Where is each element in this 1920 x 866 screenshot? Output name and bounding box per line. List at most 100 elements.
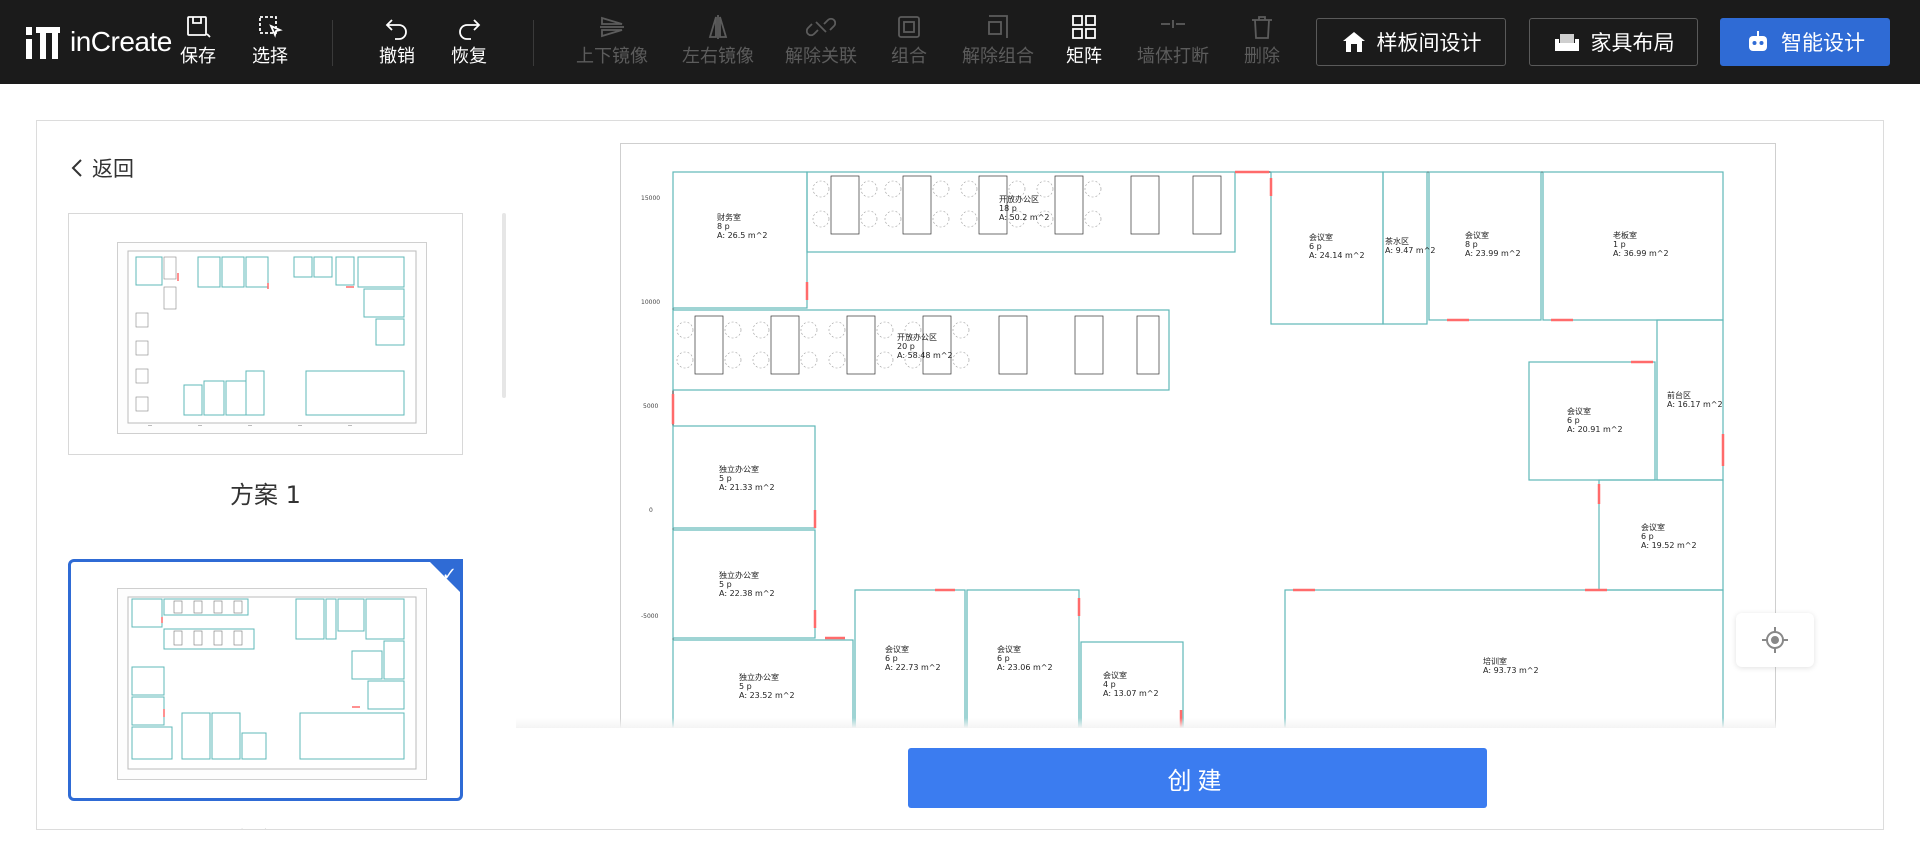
- back-button[interactable]: 返回: [70, 153, 134, 183]
- ungroup-button[interactable]: 解除组合: [962, 12, 1034, 68]
- showroom-design-button[interactable]: 样板间设计: [1316, 18, 1506, 66]
- scheme-card-2[interactable]: ✓: [68, 559, 463, 801]
- floorplan-sheet: 15000 10000 5000 0 -5000 财务室 8 p A: 26.5 m…: [620, 143, 1776, 728]
- axis-tick: -5000: [641, 613, 659, 620]
- top-toolbar: inCreate 保存 选择 撤销 恢复 上下镜像 左右镜像 解除关联 组合 解…: [0, 0, 1920, 84]
- save-icon: [187, 16, 211, 38]
- axis-tick: 10000: [641, 299, 660, 306]
- matrix-label: 矩阵: [1066, 46, 1102, 67]
- delete-label: 删除: [1244, 46, 1280, 67]
- scheme-list-scrollbar[interactable]: [502, 213, 506, 398]
- undo-button[interactable]: 撤销: [361, 12, 433, 68]
- svg-text:财务室8 pA: 26.5 m^2: 财务室 8 p A: 26.5 m^2: [717, 212, 768, 240]
- select-button[interactable]: 选择: [234, 12, 306, 68]
- axis-tick: 0: [649, 507, 653, 514]
- room-name: 老板室: [1613, 230, 1637, 240]
- room-area: A: 26.5 m^2: [717, 231, 768, 240]
- toolbar-divider: [533, 20, 534, 66]
- logo-text: inCreate: [70, 26, 172, 57]
- room-area: A: 13.07 m^2: [1103, 689, 1159, 698]
- unlink-button[interactable]: 解除关联: [785, 12, 857, 68]
- undo-label: 撤销: [379, 46, 415, 67]
- room-people: 8 p: [717, 222, 730, 231]
- unlink-icon: [806, 17, 836, 37]
- svg-text:会议室4 pA: 13.07 m^2: 会议室 4 p A: 13.07 m^2: [1103, 670, 1159, 698]
- preview-bottom-fade: [516, 718, 1776, 728]
- room-name: 会议室: [1641, 522, 1665, 532]
- trash-icon: [1252, 16, 1272, 39]
- room-area: A: 19.52 m^2: [1641, 541, 1697, 550]
- scheme-thumbnail: [117, 588, 427, 780]
- room-name: 会议室: [1465, 230, 1489, 240]
- smart-design-button[interactable]: 智能设计: [1720, 18, 1890, 66]
- wall-break-button[interactable]: 墙体打断: [1137, 12, 1209, 68]
- room-name: 会议室: [885, 644, 909, 654]
- chevron-left-icon: [71, 159, 82, 177]
- room-area: A: 9.47 m^2: [1385, 246, 1436, 255]
- mirror-vertical-button[interactable]: 上下镜像: [576, 12, 648, 68]
- room-area: A: 16.17 m^2: [1667, 400, 1723, 409]
- scheme-thumbnail: [117, 242, 427, 434]
- svg-text:会议室8 pA: 23.99 m^2: 会议室 8 p A: 23.99 m^2: [1465, 230, 1521, 258]
- room-people: 6 p: [1309, 242, 1322, 251]
- smart-design-label: 智能设计: [1781, 31, 1865, 55]
- room-people: 1 p: [1613, 240, 1626, 249]
- toolbar-divider: [332, 20, 333, 66]
- scheme-label-2: 方案 2: [68, 821, 463, 829]
- room-name: 财务室: [717, 212, 741, 222]
- room-people: 5 p: [739, 682, 752, 691]
- save-button[interactable]: 保存: [162, 12, 234, 68]
- select-cursor-icon: [259, 16, 283, 38]
- mirror-horizontal-button[interactable]: 左右镜像: [682, 12, 754, 68]
- redo-button[interactable]: 恢复: [433, 12, 505, 68]
- svg-text:开放办公区20 pA: 58.48 m^2: 开放办公区 20 p A: 58.48 m^2: [897, 332, 953, 360]
- room-name: 培训室: [1483, 656, 1507, 666]
- ungroup-icon: [988, 15, 1008, 38]
- group-button[interactable]: 组合: [873, 12, 945, 68]
- save-label: 保存: [180, 46, 216, 67]
- scheme-card-1[interactable]: [68, 213, 463, 455]
- scheme-label-1: 方案 1: [230, 481, 301, 509]
- mirror-horizontal-icon: [708, 15, 728, 39]
- svg-text:会议室6 pA: 19.52 m^2: 会议室 6 p A: 19.52 m^2: [1641, 522, 1697, 550]
- room-area: A: 23.52 m^2: [739, 691, 795, 700]
- undo-icon: [385, 19, 407, 40]
- delete-button[interactable]: 删除: [1226, 12, 1298, 68]
- room-people: 4 p: [1103, 680, 1116, 689]
- robot-icon: [1749, 31, 1767, 51]
- room-area: A: 93.73 m^2: [1483, 666, 1539, 675]
- house-icon: [1342, 32, 1365, 52]
- axis-tick: 15000: [641, 195, 660, 202]
- room-labels: 财务室 8 p A: 26.5 m^2 开放办公区 18 p A: 50.2 m^2 会…: [717, 194, 1723, 700]
- sofa-icon: [1554, 34, 1579, 51]
- svg-text:会议室6 pA: 22.73 m^2: 会议室 6 p A: 22.73 m^2: [885, 644, 941, 672]
- svg-text:茶水区A: 9.47 m^2: 茶水区 A: 9.47 m^2: [1385, 236, 1436, 255]
- room-people: 18 p: [999, 204, 1017, 213]
- svg-text:前台区A: 16.17 m^2: 前台区 A: 16.17 m^2: [1667, 390, 1723, 409]
- room-name: 前台区: [1667, 390, 1691, 400]
- furniture-layout-button[interactable]: 家具布局: [1529, 18, 1698, 66]
- room-name: 会议室: [1567, 406, 1591, 416]
- room-name: 会议室: [1103, 670, 1127, 680]
- svg-text:会议室6 pA: 20.91 m^2: 会议室 6 p A: 20.91 m^2: [1567, 406, 1623, 434]
- room-name: 独立办公室: [719, 464, 759, 474]
- room-people: 6 p: [997, 654, 1010, 663]
- locate-button[interactable]: [1736, 613, 1814, 667]
- room-people: 6 p: [1567, 416, 1580, 425]
- unlink-label: 解除关联: [785, 46, 857, 67]
- room-area: A: 58.48 m^2: [897, 351, 953, 360]
- svg-text:开放办公区18 pA: 50.2 m^2: 开放办公区 18 p A: 50.2 m^2: [999, 194, 1050, 222]
- back-label: 返回: [92, 157, 134, 181]
- svg-text:独立办公室5 pA: 21.33 m^2: 独立办公室 5 p A: 21.33 m^2: [719, 464, 775, 492]
- floorplan-drawing: 15000 10000 5000 0 -5000 财务室 8 p A: 26.5 m…: [641, 170, 1725, 728]
- matrix-button[interactable]: 矩阵: [1048, 12, 1120, 68]
- ungroup-label: 解除组合: [962, 46, 1034, 67]
- room-area: A: 23.99 m^2: [1465, 249, 1521, 258]
- svg-text:独立办公室5 pA: 22.38 m^2: 独立办公室 5 p A: 22.38 m^2: [719, 570, 775, 598]
- logo-mark-icon: [26, 25, 62, 59]
- create-button[interactable]: 创建: [908, 748, 1487, 808]
- matrix-icon: [1072, 15, 1096, 39]
- room-name: 茶水区: [1385, 236, 1409, 246]
- redo-icon: [459, 19, 481, 40]
- room-area: A: 22.73 m^2: [885, 663, 941, 672]
